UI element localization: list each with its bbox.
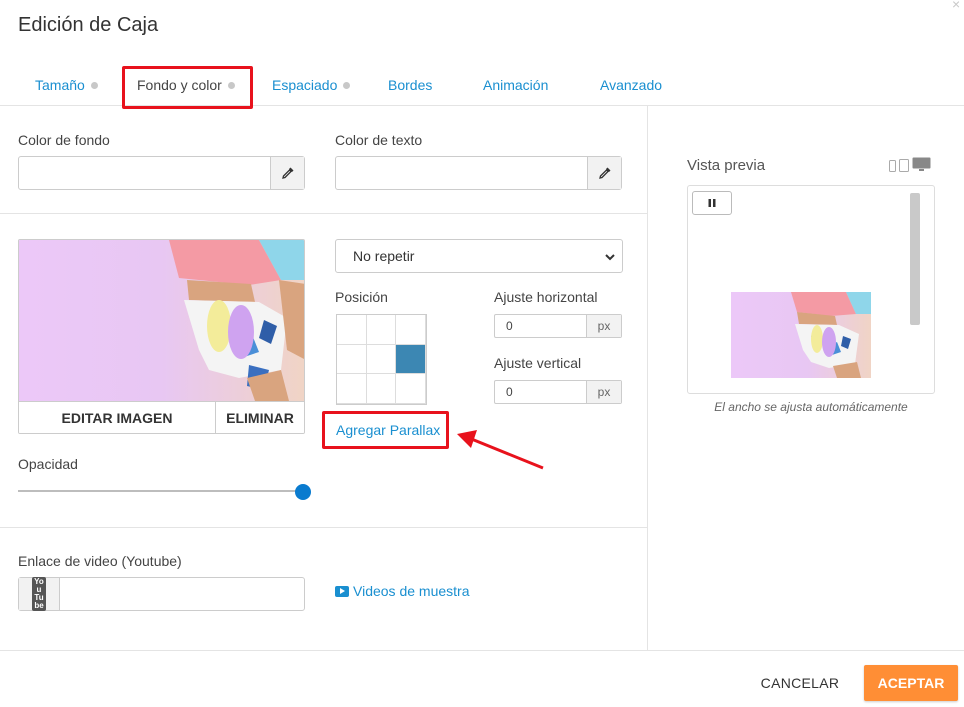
tab-animacion[interactable]: Animación [483,77,548,93]
add-parallax-link[interactable]: Agregar Parallax [336,422,440,438]
mobile-icon[interactable] [889,160,896,172]
youtube-icon: You Tube [19,577,60,611]
unit-label: px [586,381,621,403]
delete-image-button[interactable]: ELIMINAR [216,402,304,433]
background-color-field[interactable] [18,156,305,190]
opacity-slider-thumb[interactable] [295,484,311,500]
text-color-label: Color de texto [335,132,423,148]
tab-dot [90,82,98,89]
sample-videos-label: Videos de muestra [353,583,470,599]
horizontal-offset-value: 0 [506,319,513,333]
youtube-url-field[interactable]: You Tube [18,577,305,611]
vertical-offset-label: Ajuste vertical [494,355,582,371]
preview-note: El ancho se ajusta automáticamente [714,400,908,414]
pause-icon [708,199,716,207]
tablet-icon[interactable] [899,159,909,172]
preview-scrollbar[interactable] [910,193,920,325]
tab-espaciado[interactable]: Espaciado [272,77,351,93]
preview-label: Vista previa [687,157,766,174]
youtube-icon-text: You Tube [32,577,46,611]
opacity-slider-track[interactable] [18,490,302,492]
repeat-select[interactable]: No repetir [335,239,623,273]
position-cell[interactable] [366,374,397,404]
video-link-label: Enlace de video (Youtube) [18,553,182,569]
section-divider [0,213,647,214]
tab-bordes[interactable]: Bordes [388,77,432,93]
tab-label: Espaciado [272,77,338,93]
opacity-label: Opacidad [18,456,78,472]
vertical-divider [647,106,648,651]
cancel-button[interactable]: CANCELAR [752,666,848,700]
pause-button[interactable] [692,191,732,215]
horizontal-offset-label: Ajuste horizontal [494,289,598,305]
position-cell-selected[interactable] [396,344,426,375]
background-color-label: Color de fondo [18,132,110,148]
section-divider [0,527,647,528]
edit-image-button[interactable]: EDITAR IMAGEN [19,402,216,433]
tab-avanzado[interactable]: Avanzado [600,77,662,93]
position-cell[interactable] [396,374,426,404]
repeat-select-value: No repetir [353,248,415,264]
vertical-offset-field[interactable]: 0 px [494,380,622,404]
active-tab-highlight [122,66,253,109]
eyedropper-icon[interactable] [587,157,621,189]
text-color-field[interactable] [335,156,622,190]
position-cell[interactable] [337,344,367,375]
annotation-arrow-icon [457,430,544,470]
desktop-icon[interactable] [912,157,931,172]
dialog-title: Edición de Caja [18,14,159,36]
play-icon [335,585,349,597]
background-image-panel: EDITAR IMAGEN ELIMINAR [18,239,305,434]
horizontal-offset-field[interactable]: 0 px [494,314,622,338]
sample-videos-link[interactable]: Videos de muestra [335,583,469,599]
unit-label: px [586,315,621,337]
tab-tamano[interactable]: Tamaño [35,77,98,93]
image-actions: EDITAR IMAGEN ELIMINAR [19,401,304,433]
position-cell[interactable] [396,315,426,345]
vertical-offset-value: 0 [506,385,513,399]
chevron-down-icon [605,254,615,261]
device-switcher [889,157,931,172]
accept-button[interactable]: ACEPTAR [864,665,958,701]
position-cell[interactable] [337,315,367,345]
tab-label: Tamaño [35,77,85,93]
footer-divider [0,650,964,651]
close-icon[interactable]: × [952,0,960,12]
tab-dot [343,82,351,89]
preview-image [731,292,871,378]
position-cell[interactable] [337,374,367,404]
position-grid [336,314,427,405]
eyedropper-icon[interactable] [270,157,304,189]
position-label: Posición [335,289,388,305]
background-image [19,240,304,401]
position-cell[interactable] [366,315,397,345]
position-cell[interactable] [366,344,397,375]
